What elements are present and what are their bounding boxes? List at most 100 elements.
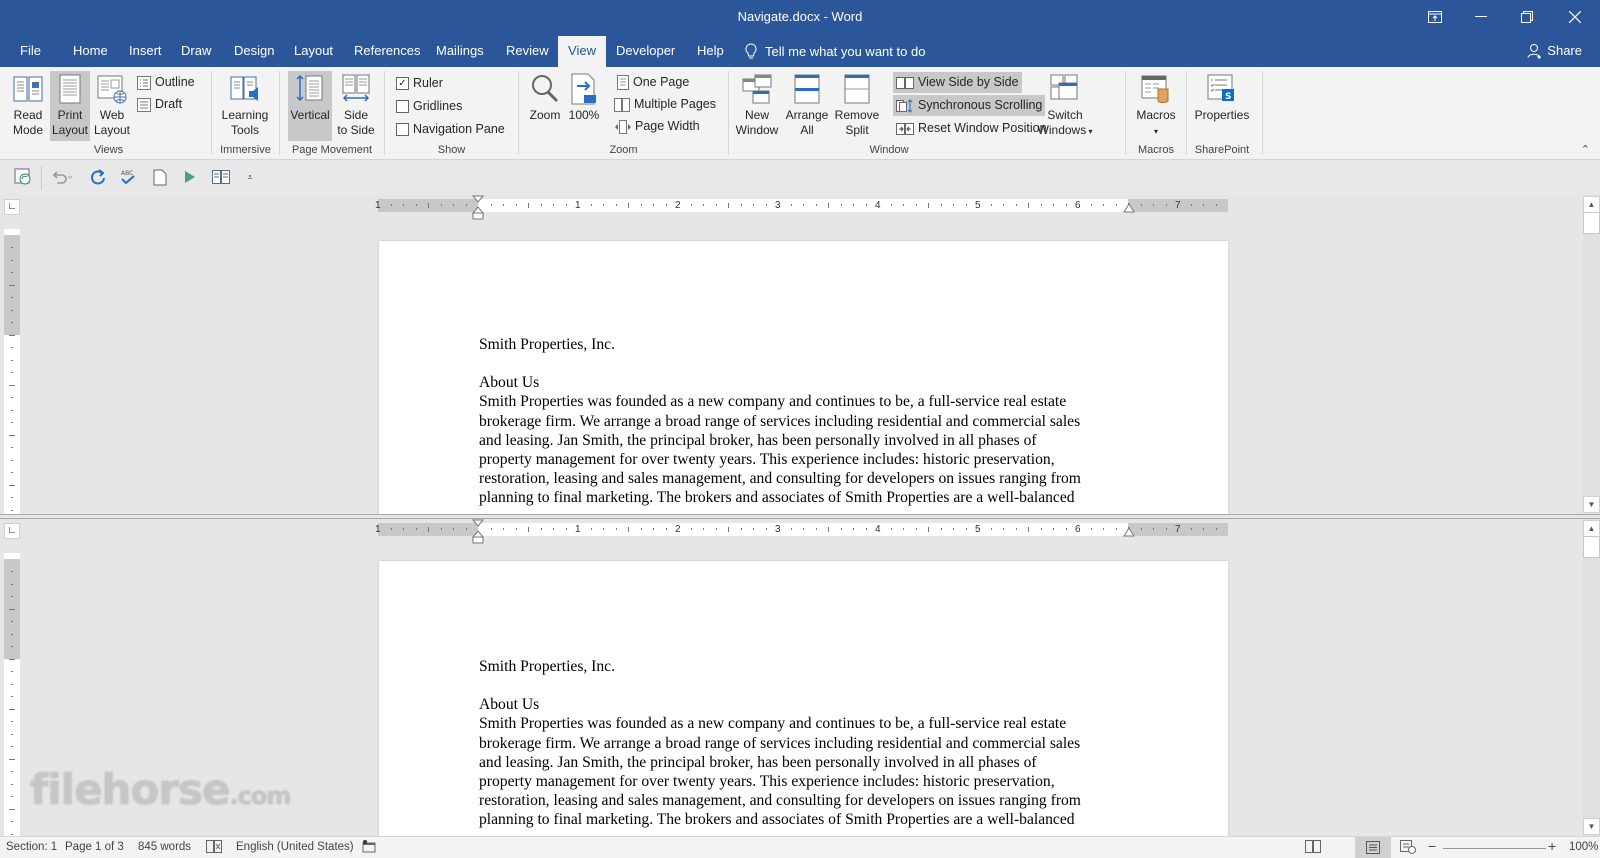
side-to-side-button[interactable]: Side to Side — [334, 71, 378, 141]
vertical-ruler[interactable] — [4, 553, 20, 836]
learning-tools-button[interactable]: Learning Tools — [217, 71, 273, 141]
close-button[interactable] — [1552, 0, 1598, 34]
arrange-all-button[interactable]: Arrange All — [783, 71, 831, 141]
read-mode-quick-button[interactable] — [209, 166, 233, 188]
ruler-check-icon[interactable]: ✓ — [396, 77, 409, 90]
customize-toolbar-button[interactable]: ⩡ — [238, 166, 262, 188]
zoom-button[interactable]: Zoom — [527, 71, 563, 141]
view-side-by-side-button[interactable]: View Side by Side — [893, 72, 1022, 93]
ruler-tick — [565, 528, 567, 530]
tab-mailings[interactable]: Mailings — [427, 36, 493, 67]
zoom-100-button[interactable]: 100% — [567, 71, 601, 141]
tab-insert[interactable]: Insert — [120, 36, 171, 67]
print-layout-view-button[interactable] — [1355, 837, 1391, 858]
one-page-button[interactable]: One Page — [614, 72, 692, 93]
minimize-button[interactable] — [1458, 0, 1504, 34]
play-macro-button[interactable] — [178, 166, 202, 188]
tell-me-search[interactable]: Tell me what you want to do — [745, 36, 925, 67]
vertical-button[interactable]: Vertical — [288, 71, 332, 141]
web-layout-button[interactable]: Web Layout — [92, 71, 132, 141]
zoom-label: Zoom — [529, 108, 561, 122]
language-indicator[interactable]: English (United States) — [236, 841, 354, 853]
tab-selector[interactable]: ∟ — [4, 523, 20, 539]
reset-window-position-button[interactable]: Reset Window Position — [893, 118, 1050, 139]
side-to-side-label-1: Side — [343, 108, 369, 122]
ruler-number: 1 — [575, 524, 581, 535]
tab-home[interactable]: Home — [64, 36, 117, 67]
web-layout-view-button[interactable] — [1400, 840, 1416, 857]
document-text[interactable]: Smith Properties, Inc. About Us Smith Pr… — [479, 335, 1139, 508]
zoom-group-label: Zoom — [609, 144, 638, 156]
ribbon-display-options-button[interactable] — [1412, 0, 1458, 34]
macro-recording-button[interactable] — [362, 840, 376, 856]
tab-view[interactable]: View — [558, 36, 606, 67]
remove-split-button[interactable]: Remove Split — [833, 71, 881, 141]
zoom-percentage[interactable]: 100% — [1569, 841, 1598, 853]
tab-help[interactable]: Help — [688, 36, 733, 67]
tab-layout[interactable]: Layout — [285, 36, 342, 67]
multiple-pages-button[interactable]: Multiple Pages — [611, 94, 719, 115]
new-window-button[interactable]: New Window — [733, 71, 781, 141]
vertical-scrollbar[interactable]: ▲ ▼ — [1583, 195, 1600, 514]
zoom-100-label: 100% — [568, 108, 600, 122]
switch-windows-button[interactable]: Switch Windows ▾ — [1037, 71, 1093, 141]
tab-review[interactable]: Review — [497, 36, 558, 67]
zoom-slider-track[interactable] — [1443, 848, 1546, 849]
page-width-button[interactable]: Page Width — [612, 116, 703, 137]
new-document-button[interactable] — [148, 166, 172, 188]
horizontal-ruler[interactable]: 1 1 2 3 4 5 6 7 — [375, 523, 1228, 536]
gridlines-checkbox[interactable]: Gridlines — [393, 96, 465, 117]
document-page[interactable]: Smith Properties, Inc. About Us Smith Pr… — [379, 241, 1228, 514]
collapse-ribbon-button[interactable]: ⌃ — [1581, 143, 1590, 156]
scroll-down-button[interactable]: ▼ — [1583, 818, 1600, 835]
ruler-tick — [11, 309, 13, 311]
synchronous-scrolling-button[interactable]: Synchronous Scrolling — [893, 95, 1046, 116]
indent-marker-icon[interactable] — [472, 519, 484, 547]
scroll-up-button[interactable]: ▲ — [1583, 196, 1600, 213]
right-indent-marker-icon[interactable] — [1123, 525, 1135, 537]
zoom-in-button[interactable]: + — [1548, 838, 1556, 854]
indent-marker-icon[interactable] — [472, 195, 484, 223]
right-indent-marker-icon[interactable] — [1123, 201, 1135, 213]
redo-button[interactable] — [86, 166, 110, 188]
vertical-ruler[interactable] — [4, 229, 20, 514]
horizontal-ruler[interactable]: 1 1 2 3 4 5 6 7 — [375, 199, 1228, 212]
undo-button[interactable] — [50, 166, 74, 188]
scroll-thumb[interactable] — [1583, 536, 1600, 558]
read-mode-button[interactable]: Read Mode — [8, 71, 48, 141]
restore-button[interactable] — [1504, 0, 1550, 34]
share-button[interactable]: Share — [1527, 36, 1582, 66]
ruler-tick — [11, 447, 13, 448]
draft-button[interactable]: Draft — [134, 94, 185, 115]
section-indicator[interactable]: Section: 1 — [6, 841, 57, 853]
navigation-pane-checkbox[interactable]: Navigation Pane — [393, 119, 508, 140]
page-indicator[interactable]: Page 1 of 3 — [65, 841, 124, 853]
print-layout-button[interactable]: Print Layout — [50, 71, 90, 141]
document-text[interactable]: Smith Properties, Inc. About Us Smith Pr… — [479, 657, 1139, 830]
proofing-button[interactable] — [206, 840, 222, 856]
tab-selector[interactable]: ∟ — [4, 199, 20, 215]
scroll-down-button[interactable]: ▼ — [1583, 496, 1600, 513]
zoom-out-button[interactable]: − — [1428, 838, 1436, 854]
macros-button[interactable]: Macros ▾ — [1131, 71, 1181, 141]
vertical-scrollbar[interactable]: ▲ ▼ — [1583, 519, 1600, 836]
tab-draw[interactable]: Draw — [172, 36, 220, 67]
navigation-pane-check-box[interactable] — [396, 123, 409, 136]
save-sync-button[interactable] — [11, 166, 35, 188]
tab-references[interactable]: References — [345, 36, 429, 67]
gridlines-check-box[interactable] — [396, 100, 409, 113]
document-page[interactable]: Smith Properties, Inc. About Us Smith Pr… — [379, 561, 1228, 836]
zoom-100-icon — [571, 73, 596, 105]
word-count[interactable]: 845 words — [138, 841, 191, 853]
spelling-button[interactable]: ABC — [116, 166, 140, 188]
views-group: Read Mode Print Layout Web Layout Outlin… — [6, 69, 211, 158]
outline-button[interactable]: Outline — [134, 72, 198, 93]
tab-design[interactable]: Design — [225, 36, 283, 67]
ruler-checkbox[interactable]: ✓ Ruler — [393, 73, 446, 94]
tab-developer[interactable]: Developer — [607, 36, 684, 67]
scroll-thumb[interactable] — [1583, 212, 1600, 234]
scroll-up-button[interactable]: ▲ — [1583, 520, 1600, 537]
properties-button[interactable]: S Properties — [1191, 71, 1253, 141]
tab-file[interactable]: File — [11, 36, 50, 67]
read-mode-view-button[interactable] — [1305, 840, 1321, 856]
